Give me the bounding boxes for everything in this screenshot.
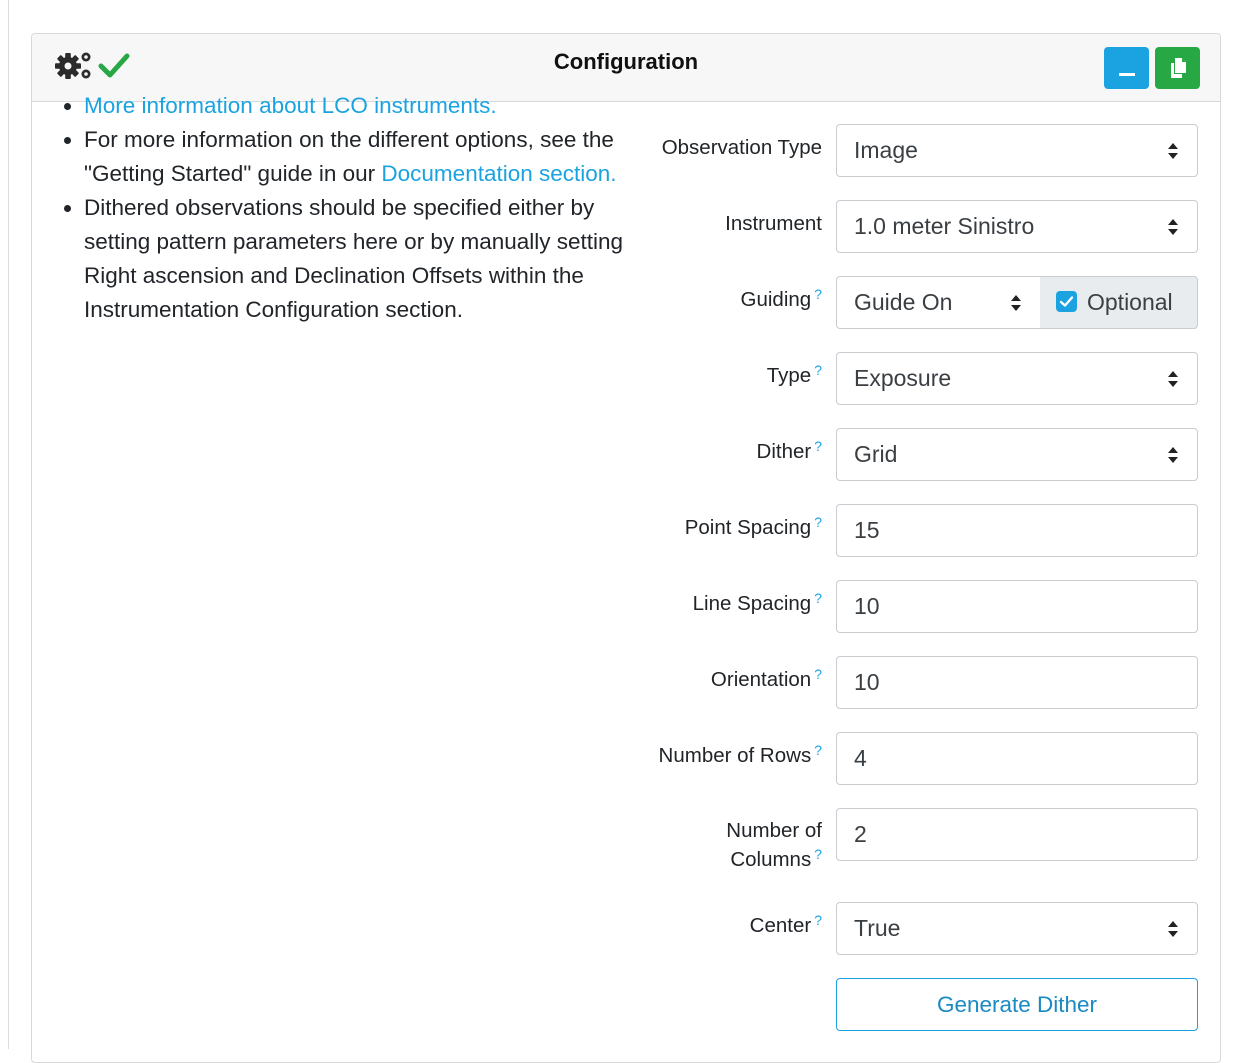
line-spacing-input[interactable]: 10 xyxy=(836,580,1198,633)
help-icon[interactable]: ? xyxy=(814,514,822,530)
guiding-optional-toggle[interactable]: Optional xyxy=(1040,276,1198,329)
center-select[interactable]: True xyxy=(836,902,1198,955)
guiding-select[interactable]: Guide On xyxy=(836,276,1041,329)
checkmark-icon xyxy=(1059,296,1074,308)
select-value: Image xyxy=(854,137,918,163)
dither-label: Dither? xyxy=(756,438,822,463)
documentation-link[interactable]: Documentation section. xyxy=(381,161,616,186)
minimize-button[interactable] xyxy=(1104,47,1149,89)
help-icon[interactable]: ? xyxy=(814,286,822,302)
instrument-select[interactable]: 1.0 meter Sinistro xyxy=(836,200,1198,253)
list-item: Dithered observations should be specifie… xyxy=(84,191,644,327)
select-arrows-icon xyxy=(1011,295,1021,311)
list-item-text: Dithered observations should be specifie… xyxy=(84,195,624,322)
number-of-columns-label: Number of Columns? xyxy=(726,819,822,871)
number-of-columns-input[interactable]: 2 xyxy=(836,808,1198,861)
input-value: 2 xyxy=(854,821,867,847)
observation-type-label: Observation Type xyxy=(661,136,822,159)
help-icon[interactable]: ? xyxy=(814,666,822,682)
copy-button[interactable] xyxy=(1155,47,1200,89)
page-left-border xyxy=(8,0,9,1049)
input-value: 10 xyxy=(854,593,880,619)
number-of-rows-input[interactable]: 4 xyxy=(836,732,1198,785)
list-item: For more information on the different op… xyxy=(84,123,644,191)
line-spacing-label: Line Spacing? xyxy=(692,590,822,615)
help-icon[interactable]: ? xyxy=(814,362,822,378)
number-of-rows-label: Number of Rows? xyxy=(658,742,822,767)
select-arrows-icon xyxy=(1168,447,1178,463)
guiding-label: Guiding? xyxy=(740,286,822,311)
select-arrows-icon xyxy=(1168,219,1178,235)
select-arrows-icon xyxy=(1168,921,1178,937)
help-icon[interactable]: ? xyxy=(814,846,822,862)
select-arrows-icon xyxy=(1168,371,1178,387)
orientation-label: Orientation? xyxy=(710,666,822,691)
dither-select[interactable]: Grid xyxy=(836,428,1198,481)
help-icon[interactable]: ? xyxy=(814,438,822,454)
info-list: More information about LCO instruments. … xyxy=(52,89,644,327)
type-select[interactable]: Exposure xyxy=(836,352,1198,405)
select-value: 1.0 meter Sinistro xyxy=(854,213,1035,239)
center-label: Center? xyxy=(749,912,822,937)
point-spacing-label: Point Spacing? xyxy=(684,514,822,539)
type-label: Type? xyxy=(766,362,822,387)
lco-instruments-link[interactable]: More information about LCO instruments. xyxy=(84,93,497,118)
select-arrows-icon xyxy=(1168,143,1178,159)
orientation-input[interactable]: 10 xyxy=(836,656,1198,709)
observation-type-select[interactable]: Image xyxy=(836,124,1198,177)
help-icon[interactable]: ? xyxy=(814,590,822,606)
select-value: Exposure xyxy=(854,365,952,391)
select-value: Guide On xyxy=(854,289,953,315)
input-value: 4 xyxy=(854,745,867,771)
input-value: 15 xyxy=(854,517,880,543)
optional-checkbox[interactable] xyxy=(1056,291,1077,313)
input-value: 10 xyxy=(854,669,880,695)
list-item: More information about LCO instruments. xyxy=(84,89,644,123)
help-icon[interactable]: ? xyxy=(814,912,822,928)
select-value: True xyxy=(854,915,901,941)
help-icon[interactable]: ? xyxy=(814,742,822,758)
optional-label: Optional xyxy=(1087,289,1173,315)
instrument-label: Instrument xyxy=(725,212,822,235)
minimize-icon xyxy=(1118,73,1135,76)
point-spacing-input[interactable]: 15 xyxy=(836,504,1198,557)
generate-dither-button[interactable]: Generate Dither xyxy=(836,978,1198,1031)
copy-icon xyxy=(1170,58,1186,78)
card-title: Configuration xyxy=(553,49,699,74)
select-value: Grid xyxy=(854,441,898,467)
